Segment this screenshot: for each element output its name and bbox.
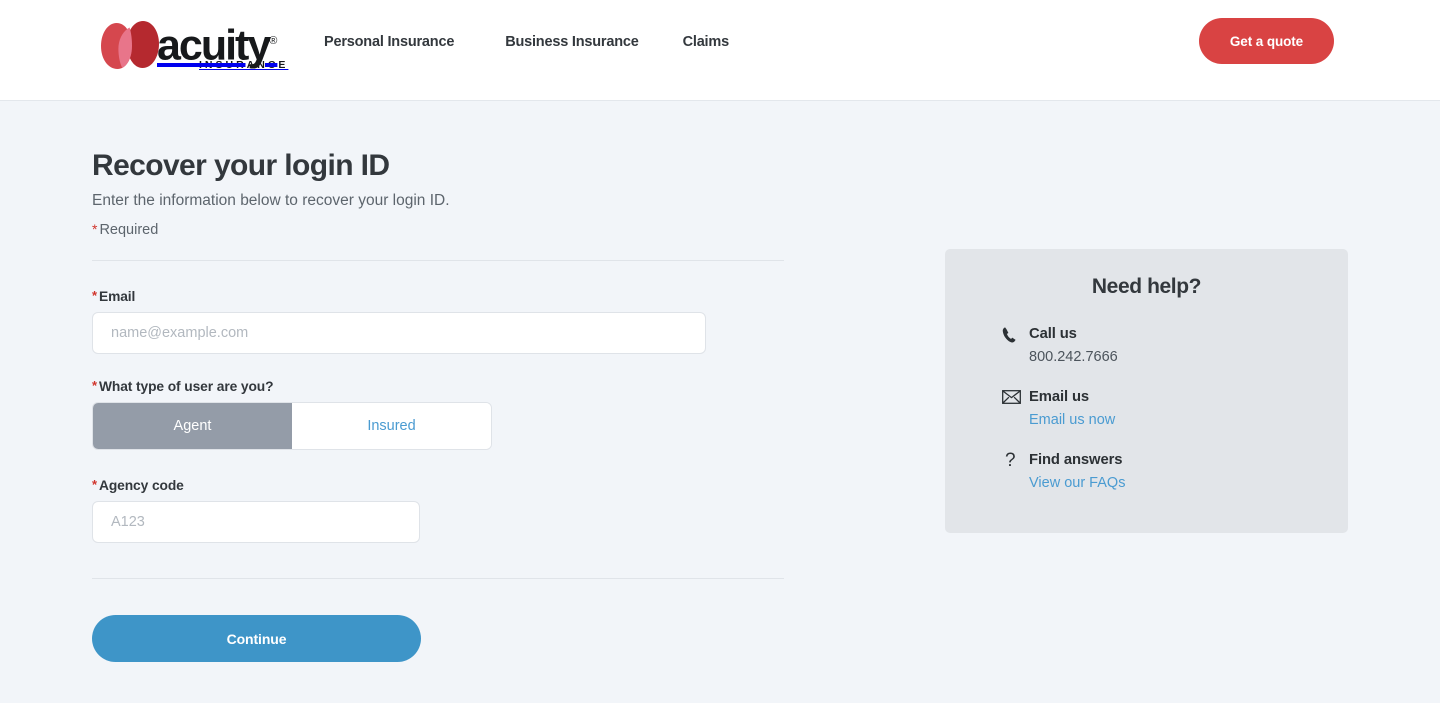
field-agency-code: * Agency code — [92, 477, 784, 543]
agency-code-input[interactable] — [92, 501, 420, 543]
brand-logo-link[interactable]: acuity® INSURANCE — [99, 15, 288, 77]
brand-wordmark: acuity® INSURANCE — [157, 21, 288, 71]
required-legend: * Required — [92, 220, 784, 239]
email-us-now-link[interactable]: Email us now — [1029, 411, 1115, 429]
user-type-segmented-control: Agent Insured — [92, 402, 492, 450]
field-label-email-text: Email — [98, 289, 136, 304]
recover-login-form: Recover your login ID Enter the informat… — [92, 148, 784, 662]
field-email: * Email — [92, 288, 784, 354]
required-asterisk-icon: * — [92, 477, 97, 492]
acuity-heart-logo-icon — [99, 18, 161, 74]
help-heading-find-answers: Find answers — [1029, 452, 1123, 468]
form-divider-bottom — [92, 578, 784, 579]
envelope-icon — [1002, 388, 1029, 429]
field-label-user-type: * What type of user are you? — [92, 378, 784, 394]
nav-item-claims[interactable]: Claims — [683, 34, 730, 50]
field-label-agency-code-text: Agency code — [98, 478, 184, 493]
help-heading-email-us: Email us — [1029, 389, 1090, 405]
help-item-find-answers: ? Find answers View our FAQs — [945, 451, 1348, 492]
main-nav: Personal Insurance Business Insurance Cl… — [324, 34, 729, 50]
email-input[interactable] — [92, 312, 706, 354]
required-asterisk-icon: * — [92, 288, 97, 303]
help-item-call-us: Call us 800.242.7666 — [945, 325, 1348, 366]
form-divider-top — [92, 260, 784, 261]
nav-item-personal-insurance[interactable]: Personal Insurance — [324, 34, 454, 50]
help-text-email-us: Email us Email us now — [1029, 388, 1115, 429]
required-asterisk-icon: * — [92, 378, 97, 393]
help-text-call-us: Call us 800.242.7666 — [1029, 325, 1118, 366]
help-item-email-us: Email us Email us now — [945, 388, 1348, 429]
user-type-option-agent[interactable]: Agent — [93, 403, 292, 449]
required-asterisk-icon: * — [92, 221, 98, 237]
need-help-title: Need help? — [1091, 275, 1202, 298]
field-user-type: * What type of user are you? Agent Insure… — [92, 378, 784, 450]
view-our-faqs-link[interactable]: View our FAQs — [1029, 474, 1125, 492]
required-legend-text: Required — [99, 222, 159, 238]
continue-button[interactable]: Continue — [92, 615, 421, 662]
user-type-option-insured[interactable]: Insured — [292, 403, 491, 449]
field-label-agency-code: * Agency code — [92, 477, 784, 493]
need-help-panel: Need help? Call us 800.242.7666 Email us… — [945, 249, 1348, 533]
page-subtitle: Enter the information below to recover y… — [92, 192, 450, 209]
help-value-phone-number: 800.242.7666 — [1029, 349, 1118, 365]
registered-trademark-icon: ® — [269, 35, 278, 48]
phone-icon — [1002, 325, 1029, 366]
help-text-find-answers: Find answers View our FAQs — [1029, 451, 1125, 492]
page-body: Recover your login ID Enter the informat… — [0, 101, 1440, 703]
page-title: Recover your login ID — [92, 149, 390, 182]
help-heading-call-us: Call us — [1029, 326, 1077, 342]
nav-item-business-insurance[interactable]: Business Insurance — [505, 34, 639, 50]
field-label-email: * Email — [92, 288, 784, 304]
question-mark-icon: ? — [1005, 450, 1016, 471]
field-label-user-type-text: What type of user are you? — [98, 379, 274, 394]
site-header: acuity® INSURANCE Personal Insurance Bus… — [0, 0, 1440, 101]
brand-name: acuity® — [157, 21, 278, 70]
get-a-quote-button[interactable]: Get a quote — [1199, 18, 1334, 64]
